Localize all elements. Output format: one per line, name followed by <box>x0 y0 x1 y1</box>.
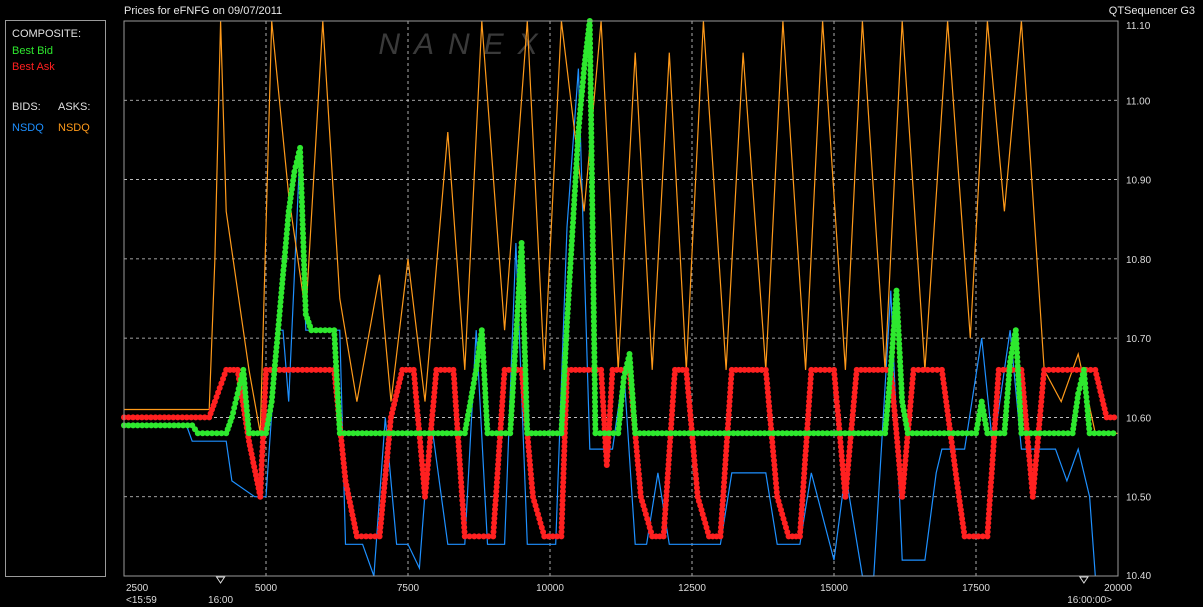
x-tick-label: 15000 <box>820 583 848 594</box>
y-tick-label: 10.50 <box>1126 493 1151 504</box>
x-tick-label: 17500 <box>962 583 990 594</box>
plot-frame <box>123 20 1119 577</box>
x-tick-label: 12500 <box>678 583 706 594</box>
bids-nsdq-line <box>124 68 1096 577</box>
x-time-label: 16:00 <box>208 595 233 606</box>
x-time-label: <15:59 <box>126 595 157 606</box>
y-tick-label: 10.70 <box>1126 334 1151 345</box>
best-ask-series-point <box>1111 414 1118 421</box>
y-tick-label: 10.80 <box>1126 255 1151 266</box>
y-tick-label: 10.60 <box>1126 413 1151 424</box>
x-tick-label: 7500 <box>397 583 420 594</box>
x-tick-label: 2500 <box>126 583 149 594</box>
x-axis-marker <box>1078 576 1089 584</box>
x-tick-label: 10000 <box>536 583 564 594</box>
y-tick-label: 11.10 <box>1126 21 1151 32</box>
x-time-label: 16:00:00> <box>1067 595 1112 606</box>
x-axis-marker <box>215 576 226 584</box>
chart-window: Prices for eFNFG on 09/07/2011 QTSequenc… <box>0 0 1203 607</box>
y-tick-label: 11.00 <box>1126 96 1151 107</box>
y-tick-label: 10.40 <box>1126 571 1151 582</box>
y-tick-label: 10.90 <box>1126 176 1151 187</box>
x-tick-label: 5000 <box>255 583 278 594</box>
price-chart: NANEX 11.1011.0010.9010.8010.7010.6010.5… <box>121 18 1151 606</box>
x-tick-label: 20000 <box>1104 583 1132 594</box>
best-bid-series-point <box>1110 430 1117 437</box>
